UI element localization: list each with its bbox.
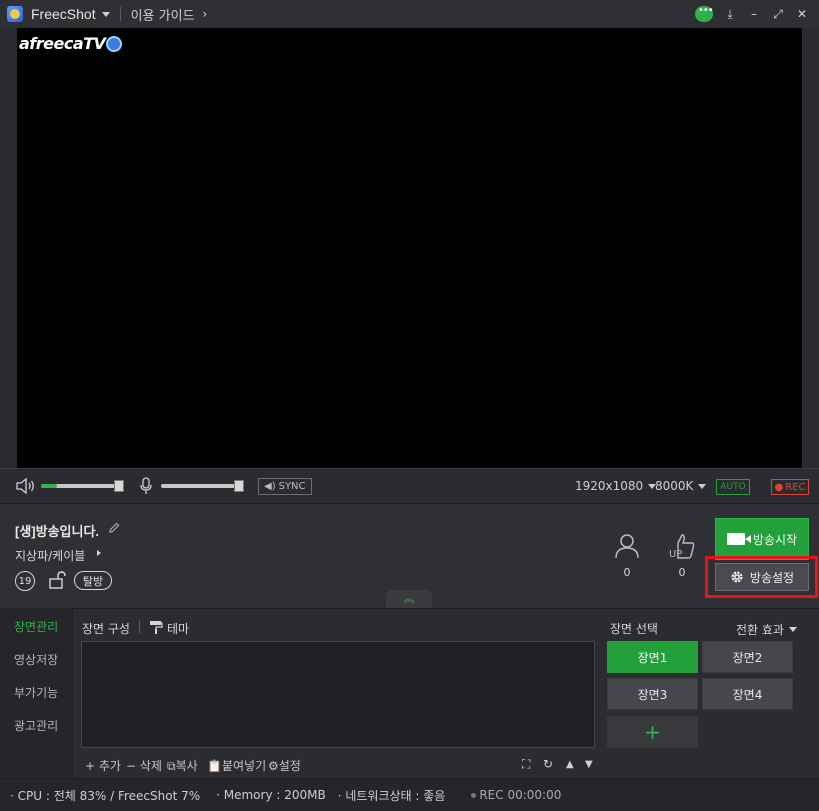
mic-slider-handle[interactable] [234,480,244,492]
rec-toggle[interactable]: ● REC [771,479,809,495]
volume-slider[interactable] [41,480,124,492]
chevron-down-icon [698,483,707,489]
paste-source-button[interactable]: 📋붙여넣기 [207,757,266,774]
scene-button-2[interactable]: 장면2 [702,641,793,673]
video-camera-icon [726,533,751,545]
copy-label: 복사 [175,759,198,773]
tab-theme[interactable]: 테마 [167,620,189,637]
start-broadcast-label: 방송시작 [752,532,798,547]
speaker-icon[interactable] [15,477,37,495]
cpu-status: · CPU : 전체 83% / FreecShot 7% [10,788,201,803]
rec-dot-icon: ● [774,481,784,493]
unlock-icon[interactable] [47,570,67,590]
add-scene-button[interactable]: + [607,716,698,748]
paint-roller-icon [150,621,163,634]
afreecatv-watermark: afreecaTV [19,34,123,53]
refresh-icon[interactable]: ↻ [543,757,553,771]
mic-slider[interactable] [161,480,244,492]
mascot-icon [106,35,123,52]
auto-label: AUTO [720,482,746,492]
caret-right-icon[interactable] [97,550,101,556]
tab-divider [139,620,140,634]
volume-slider-fill [41,484,58,488]
exit-badge[interactable]: 탈방 [74,571,112,590]
clipboard-icon: 📋 [207,759,222,773]
bitrate-value: 8000K [655,479,694,493]
scene-select-title: 장면 선택 [610,622,658,636]
guide-link[interactable]: 이용 가이드 [131,5,195,24]
broadcast-preview [17,28,802,468]
resolution-value: 1920x1080 [575,479,644,493]
fullscreen-icon[interactable]: ⛶ [522,757,530,772]
volume-slider-handle[interactable] [114,480,124,492]
tab-scene-compose[interactable]: 장면 구성 [82,620,130,637]
delete-source-button[interactable]: − 삭제 [126,757,162,774]
preview-left-gutter [0,28,17,468]
transition-effect-label: 전환 효과 [736,623,784,637]
scene-source-list[interactable] [81,641,595,748]
chevron-down-icon [788,627,797,632]
close-button[interactable]: ✕ [795,7,809,21]
nav-item-video-save[interactable]: 영상저장 [14,651,58,668]
rec-dot-icon [471,793,477,798]
broadcast-title[interactable]: [생]방송입니다. [15,521,99,540]
age-restriction-badge[interactable]: 19 [15,571,35,591]
add-source-button[interactable]: + 추가 [85,757,121,774]
app-name: FreecShot [31,6,96,22]
sync-button[interactable]: ◀) SYNC [258,478,312,495]
source-settings-button[interactable]: ⚙설정 [268,757,301,774]
app-menu-caret-icon[interactable] [101,11,110,17]
auto-toggle[interactable]: AUTO [716,479,750,495]
watermark-text: afreecaTV [19,34,106,53]
svg-text:UP: UP [669,549,682,559]
rec-label: REC [785,481,806,493]
collapse-panel-toggle[interactable]: ︽ [386,590,432,608]
network-status: · 네트워크상태 : 좋음 [337,788,446,803]
scene-button-3[interactable]: 장면3 [607,678,698,710]
nav-item-ads[interactable]: 광고관리 [14,717,58,734]
thumbs-up-icon[interactable]: UP [668,533,696,559]
download-icon[interactable]: ⤓ [723,7,737,22]
category-label[interactable]: 지상파/케이블 [15,547,85,564]
gear-icon: ⚙ [268,759,279,773]
sync-speaker-icon: ◀) [264,481,276,492]
sync-label: SYNC [278,481,306,492]
up-count: 0 [678,566,686,579]
rec-time-status: REC 00:00:00 [471,788,561,802]
preview-right-gutter [802,28,819,468]
chevron-right-icon[interactable]: › [203,7,208,21]
memory-status: · Memory : 200MB [216,788,326,802]
pencil-icon[interactable] [108,522,120,534]
nav-item-extras[interactable]: 부가기능 [14,684,58,701]
minimize-button[interactable]: – [747,7,761,21]
chat-icon[interactable] [695,5,713,22]
title-bar: FreecShot 이용 가이드 › ⤓ – ⤢ ✕ [0,0,819,28]
bitrate-select[interactable]: 8000K [655,479,707,493]
status-bar: · CPU : 전체 83% / FreecShot 7% · Memory :… [0,778,819,811]
resolution-select[interactable]: 1920x1080 [575,479,657,493]
viewer-icon [615,534,639,559]
copy-icon: ⧉ [167,759,176,773]
scene-button-4[interactable]: 장면4 [702,678,793,710]
double-chevron-up-icon: ︽ [403,592,415,605]
scene-button-1[interactable]: 장면1 [607,641,698,673]
rec-time-label: REC 00:00:00 [479,788,562,802]
title-divider [119,7,121,21]
broadcast-settings-button[interactable]: 방송설정 [715,563,809,591]
app-logo-icon [7,6,23,22]
copy-source-button[interactable]: ⧉복사 [167,757,198,774]
paste-label: 붙여넣기 [221,759,267,773]
source-settings-label: 설정 [278,759,301,773]
start-broadcast-button[interactable]: 방송시작 [715,518,809,560]
maximize-button[interactable]: ⤢ [771,7,785,22]
microphone-icon[interactable] [139,477,153,495]
broadcast-settings-label: 방송설정 [749,570,795,585]
viewer-count: 0 [623,566,631,579]
nav-item-scene-management[interactable]: 장면관리 [14,618,58,635]
gear-icon [731,571,743,583]
transition-effect-select[interactable]: 전환 효과 [736,621,797,638]
move-up-icon[interactable]: ▲ [566,759,574,770]
move-down-icon[interactable]: ▼ [585,759,593,770]
